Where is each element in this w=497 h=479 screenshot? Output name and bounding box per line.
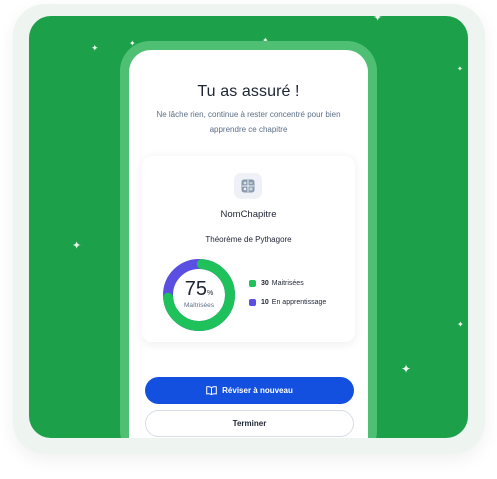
theorem-name: Théorème de Pythagore — [205, 235, 292, 244]
calculator-icon — [234, 173, 262, 199]
result-screen: Tu as assuré ! Ne lâche rien, continue à… — [129, 50, 368, 438]
page-title: Tu as assuré ! — [197, 83, 300, 100]
progress-unit: % — [207, 290, 214, 297]
sparkle-icon: ✦ — [373, 16, 383, 24]
chapter-name: NomChapitre — [220, 209, 277, 220]
book-icon — [206, 386, 217, 395]
finish-label: Terminer — [232, 419, 267, 428]
review-again-label: Réviser à nouveau — [222, 386, 293, 395]
legend-dot-mastered — [249, 279, 256, 287]
progress-label: Maîtrisées — [184, 302, 214, 309]
phone-mockup: Tu as assuré ! Ne lâche rien, continue à… — [120, 41, 377, 438]
progress-donut: 75% Maîtrisées — [162, 258, 236, 332]
legend-label-mastered: Maitrisées — [271, 279, 304, 287]
legend-count-learning: 10 — [261, 298, 269, 306]
sparkle-icon: ✦ — [91, 44, 99, 54]
sparkle-icon: ✦ — [401, 362, 412, 376]
finish-button[interactable]: Terminer — [145, 410, 354, 437]
illustration-background: ✦ ✦ ✦ ✦ ✦ ✦ ✦ ✦ Tu as assuré ! Ne lâche … — [29, 16, 468, 438]
sparkle-icon: ✦ — [457, 320, 464, 329]
legend-mastered: 30 Maitrisées — [249, 278, 304, 288]
progress-value: 75% — [162, 278, 236, 301]
progress-number: 75 — [184, 278, 207, 300]
legend-count-mastered: 30 — [261, 279, 269, 287]
sparkle-icon: ✦ — [457, 65, 463, 73]
legend-learning: 10 En apprentissage — [249, 297, 326, 307]
legend-label-learning: En apprentissage — [271, 298, 327, 306]
legend-dot-learning — [249, 298, 256, 306]
chapter-card: NomChapitre Théorème de Pythagore 75% Ma… — [142, 156, 355, 342]
page-subtitle: Ne lâche rien, continue à rester concent… — [156, 110, 341, 134]
sparkle-icon: ✦ — [72, 239, 82, 252]
review-again-button[interactable]: Réviser à nouveau — [145, 377, 354, 404]
